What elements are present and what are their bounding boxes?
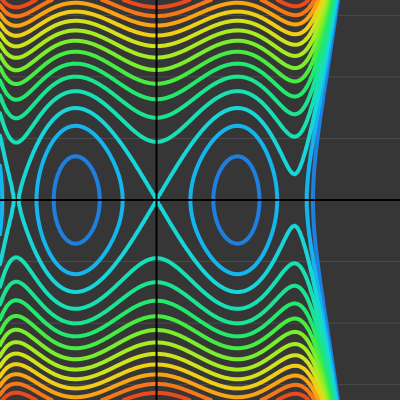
axes	[0, 0, 400, 400]
contour-plot	[0, 0, 400, 400]
